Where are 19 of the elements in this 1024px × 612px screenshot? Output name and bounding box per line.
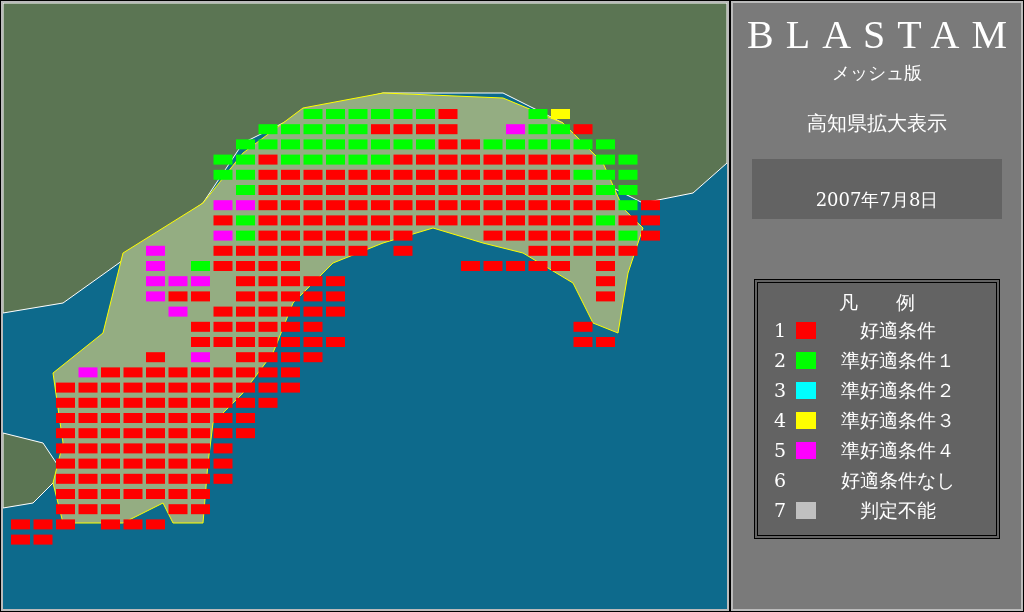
legend-label: 好適条件 (860, 317, 936, 343)
legend-number: 4 (774, 407, 788, 433)
legend-label: 準好適条件３ (841, 407, 955, 433)
date-panel: 2007年7月8日 (752, 159, 1002, 219)
legend-title: 凡 例 (839, 290, 915, 315)
legend-label: 準好適条件１ (841, 347, 955, 373)
view-label: 高知県拡大表示 (807, 110, 947, 137)
legend-label: 準好適条件２ (841, 377, 955, 403)
legend-number: 2 (774, 347, 788, 373)
legend-label: 判定不能 (860, 497, 936, 523)
app-title: BLASTAM (746, 13, 1019, 57)
legend-label: 好適条件なし (841, 467, 955, 493)
legend-number: 3 (774, 377, 788, 403)
app-subtitle: メッシュ版 (832, 61, 922, 85)
legend-number: 1 (774, 317, 788, 343)
legend-number: 7 (774, 497, 788, 523)
legend-label: 準好適条件４ (841, 437, 955, 463)
legend-number: 6 (774, 467, 788, 493)
legend-number: 5 (774, 437, 788, 463)
